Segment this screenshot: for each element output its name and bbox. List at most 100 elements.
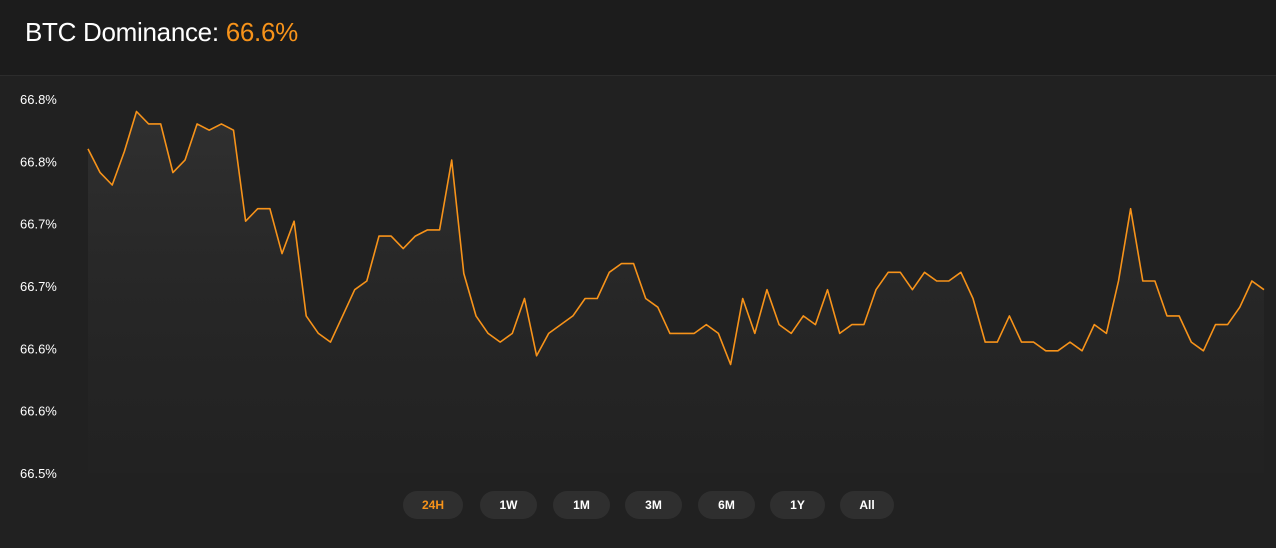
data-point[interactable] — [1249, 278, 1255, 284]
data-point[interactable] — [303, 313, 309, 319]
data-point[interactable] — [800, 313, 806, 319]
data-point[interactable] — [825, 287, 831, 293]
data-point[interactable] — [170, 170, 176, 176]
data-point[interactable] — [837, 330, 843, 336]
data-point[interactable] — [703, 322, 709, 328]
data-point[interactable] — [473, 313, 479, 319]
data-point[interactable] — [594, 296, 600, 302]
range-button-24h[interactable]: 24H — [403, 491, 463, 519]
range-button-all[interactable]: All — [840, 491, 894, 519]
data-point[interactable] — [1043, 348, 1049, 354]
data-point[interactable] — [764, 287, 770, 293]
data-point[interactable] — [194, 121, 200, 127]
data-point[interactable] — [121, 148, 127, 154]
data-point[interactable] — [861, 322, 867, 328]
data-point[interactable] — [655, 304, 661, 310]
range-button-1m[interactable]: 1M — [553, 491, 610, 519]
data-point[interactable] — [134, 109, 140, 115]
data-point[interactable] — [522, 296, 528, 302]
range-button-6m[interactable]: 6M — [698, 491, 755, 519]
data-point[interactable] — [461, 271, 467, 277]
data-point[interactable] — [1176, 313, 1182, 319]
data-point[interactable] — [1213, 322, 1219, 328]
range-button-1y[interactable]: 1Y — [770, 491, 825, 519]
data-point[interactable] — [1116, 278, 1122, 284]
data-point[interactable] — [218, 121, 224, 127]
data-point[interactable] — [425, 227, 431, 233]
data-point[interactable] — [606, 269, 612, 275]
data-point[interactable] — [1055, 348, 1061, 354]
data-point[interactable] — [315, 330, 321, 336]
data-point[interactable] — [243, 218, 249, 224]
data-point[interactable] — [715, 330, 721, 336]
data-point[interactable] — [267, 206, 273, 212]
data-point[interactable] — [897, 269, 903, 275]
data-point[interactable] — [364, 278, 370, 284]
data-point[interactable] — [509, 330, 515, 336]
data-point[interactable] — [352, 287, 358, 293]
data-point[interactable] — [1067, 339, 1073, 345]
data-point[interactable] — [485, 330, 491, 336]
data-point[interactable] — [582, 296, 588, 302]
data-point[interactable] — [679, 330, 685, 336]
data-point[interactable] — [885, 269, 891, 275]
data-point[interactable] — [958, 269, 964, 275]
data-point[interactable] — [1128, 206, 1134, 212]
data-point[interactable] — [279, 251, 285, 257]
data-point[interactable] — [982, 339, 988, 345]
data-point[interactable] — [1237, 304, 1243, 310]
data-point[interactable] — [1031, 339, 1037, 345]
data-point[interactable] — [667, 330, 673, 336]
data-point[interactable] — [85, 146, 91, 152]
data-point[interactable] — [776, 322, 782, 328]
data-point[interactable] — [728, 362, 734, 368]
data-point[interactable] — [97, 170, 103, 176]
data-point[interactable] — [570, 313, 576, 319]
data-point[interactable] — [643, 296, 649, 302]
data-point[interactable] — [558, 322, 564, 328]
data-point[interactable] — [546, 330, 552, 336]
data-point[interactable] — [691, 330, 697, 336]
data-point[interactable] — [1200, 348, 1206, 354]
data-point[interactable] — [909, 287, 915, 293]
data-point[interactable] — [740, 296, 746, 302]
data-point[interactable] — [1188, 339, 1194, 345]
data-point[interactable] — [812, 322, 818, 328]
data-point[interactable] — [1103, 330, 1109, 336]
data-point[interactable] — [400, 246, 406, 252]
data-point[interactable] — [946, 278, 952, 284]
data-point[interactable] — [412, 233, 418, 239]
range-button-1w[interactable]: 1W — [480, 491, 537, 519]
data-point[interactable] — [206, 127, 212, 133]
data-point[interactable] — [631, 261, 637, 267]
data-point[interactable] — [182, 157, 188, 163]
data-point[interactable] — [388, 233, 394, 239]
data-point[interactable] — [994, 339, 1000, 345]
data-point[interactable] — [158, 121, 164, 127]
data-point[interactable] — [934, 278, 940, 284]
data-point[interactable] — [618, 261, 624, 267]
data-point[interactable] — [1164, 313, 1170, 319]
data-point[interactable] — [376, 233, 382, 239]
data-point[interactable] — [849, 322, 855, 328]
data-point[interactable] — [1079, 348, 1085, 354]
data-point[interactable] — [1225, 322, 1231, 328]
data-point[interactable] — [1091, 322, 1097, 328]
data-point[interactable] — [922, 269, 928, 275]
data-point[interactable] — [231, 127, 237, 133]
data-point[interactable] — [752, 330, 758, 336]
data-point[interactable] — [340, 313, 346, 319]
data-point[interactable] — [497, 339, 503, 345]
data-point[interactable] — [109, 182, 115, 188]
data-point[interactable] — [534, 353, 540, 359]
data-point[interactable] — [146, 121, 152, 127]
range-button-3m[interactable]: 3M — [625, 491, 682, 519]
data-point[interactable] — [255, 206, 261, 212]
data-point[interactable] — [328, 339, 334, 345]
data-point[interactable] — [1019, 339, 1025, 345]
data-point[interactable] — [1152, 278, 1158, 284]
data-point[interactable] — [1140, 278, 1146, 284]
data-point[interactable] — [873, 287, 879, 293]
data-point[interactable] — [1261, 287, 1267, 293]
data-point[interactable] — [437, 227, 443, 233]
